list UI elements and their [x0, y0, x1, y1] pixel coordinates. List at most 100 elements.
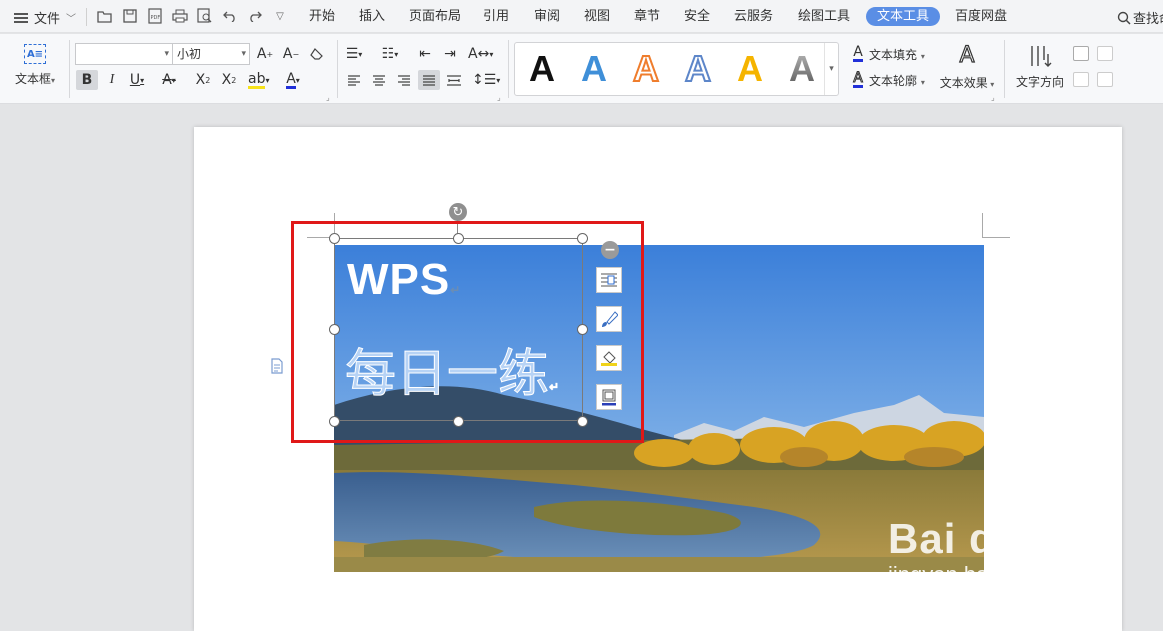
- tab-view[interactable]: 视图: [581, 7, 613, 26]
- fill-icon: [601, 351, 617, 366]
- textbox-icon: A≡: [24, 44, 46, 64]
- rotate-handle-icon[interactable]: ↻: [449, 203, 467, 221]
- font-size-select[interactable]: 小初 ▾: [172, 43, 250, 65]
- collapse-toolbar-icon[interactable]: −: [601, 241, 619, 259]
- highlight-icon[interactable]: ab ▾: [248, 70, 269, 90]
- text-effect-button[interactable]: A 文本效果 ▾: [935, 43, 999, 91]
- menu-bar: 文件 ﹀ PDF ▽ 开始 插入 页面布局 引用 审阅 视图 章节 安全 云服务…: [0, 0, 1163, 33]
- divider: [86, 8, 87, 26]
- text-style-preset-1[interactable]: A: [522, 49, 562, 89]
- layout-options-icon: [601, 273, 617, 287]
- italic-icon[interactable]: I: [103, 70, 121, 90]
- tab-cloud-services[interactable]: 云服务: [731, 7, 776, 26]
- tab-page-layout[interactable]: 页面布局: [406, 7, 464, 26]
- margin-corner-mark: [982, 213, 983, 238]
- margin-corner-mark: [983, 237, 1010, 238]
- line-spacing-icon[interactable]: ↕☰ ▾: [472, 70, 500, 90]
- text-fill-icon[interactable]: A: [849, 44, 867, 64]
- dialog-launcher-icon[interactable]: ⌟: [497, 93, 501, 102]
- decrease-indent-icon[interactable]: ⇤: [416, 44, 434, 64]
- align-center-icon[interactable]: [370, 70, 388, 90]
- tab-review[interactable]: 审阅: [531, 7, 563, 26]
- shape-fill-button[interactable]: [596, 345, 622, 371]
- divider: [508, 40, 509, 98]
- shape-outline-button[interactable]: [596, 384, 622, 410]
- undo-icon[interactable]: [220, 6, 240, 26]
- gallery-more-icon[interactable]: ▾: [824, 43, 838, 95]
- text-effect-label: 文本效果: [939, 76, 988, 90]
- tab-insert[interactable]: 插入: [356, 7, 388, 26]
- decrease-font-icon[interactable]: A −: [282, 44, 300, 64]
- tab-drawing-tools[interactable]: 绘图工具: [795, 7, 853, 26]
- divider: [1004, 40, 1005, 98]
- dialog-launcher-icon[interactable]: ⌟: [326, 93, 330, 102]
- justify-icon[interactable]: [418, 70, 440, 90]
- tab-references[interactable]: 引用: [480, 7, 512, 26]
- customize-chevron-icon[interactable]: ▽: [270, 6, 290, 26]
- find-command-label: 查找命: [1133, 12, 1163, 27]
- print-icon[interactable]: [170, 6, 190, 26]
- distribute-icon[interactable]: [445, 70, 463, 90]
- clear-format-icon[interactable]: [308, 44, 326, 64]
- redo-icon[interactable]: [245, 6, 265, 26]
- text-outline-label[interactable]: 文本轮廓 ▾: [869, 72, 925, 89]
- save-icon[interactable]: [120, 6, 140, 26]
- text-style-preset-3[interactable]: A: [626, 48, 666, 90]
- textbox-button[interactable]: A≡ 文本框▾: [10, 44, 60, 87]
- text-style-preset-4[interactable]: A: [678, 48, 718, 90]
- tab-start[interactable]: 开始: [306, 7, 338, 26]
- bullet-list-icon[interactable]: ☰ ▾: [345, 44, 363, 64]
- tab-baidu-netdisk[interactable]: 百度网盘: [952, 7, 1010, 26]
- text-style-preset-2[interactable]: A: [574, 49, 614, 89]
- text-direction-button[interactable]: 文字方向: [1012, 44, 1068, 90]
- text-direction-label: 文字方向: [1015, 75, 1064, 89]
- chevron-down-icon: ▾: [241, 49, 246, 59]
- font-name-select[interactable]: ▾: [75, 43, 173, 65]
- textbox-next-icon[interactable]: [1097, 72, 1113, 87]
- text-direction-icon: [1031, 46, 1052, 67]
- strikethrough-icon[interactable]: A ▾: [160, 70, 178, 90]
- align-left-icon[interactable]: [345, 70, 363, 90]
- tab-security[interactable]: 安全: [681, 7, 713, 26]
- increase-font-icon[interactable]: A +: [256, 44, 274, 64]
- textbox-unlink-icon[interactable]: [1097, 46, 1113, 61]
- shape-style-button[interactable]: [596, 306, 622, 332]
- chevron-down-icon: ﹀: [66, 14, 77, 25]
- tab-chapter[interactable]: 章节: [631, 7, 663, 26]
- text-style-gallery: AAAAAA ▾: [514, 42, 839, 96]
- open-folder-icon[interactable]: [95, 6, 115, 26]
- underline-icon[interactable]: U ▾: [128, 70, 146, 90]
- print-preview-icon[interactable]: [195, 6, 215, 26]
- bold-icon[interactable]: B: [76, 70, 98, 90]
- text-style-preset-6[interactable]: A: [782, 49, 822, 89]
- paragraph-anchor-icon[interactable]: [270, 358, 284, 374]
- file-menu[interactable]: 文件 ﹀: [14, 8, 76, 27]
- text-style-preset-5[interactable]: A: [730, 49, 770, 89]
- quick-access-toolbar: PDF ▽: [95, 6, 295, 26]
- character-spacing-icon[interactable]: A↔ ▾: [468, 44, 493, 64]
- dialog-launcher-icon[interactable]: ⌟: [991, 93, 995, 102]
- textbox-label: 文本框: [14, 72, 51, 86]
- border-icon: [602, 389, 616, 406]
- ribbon: A≡ 文本框▾ ▾ 小初 ▾ A + A − B I U ▾ A ▾ X2 X2 ab ▾…: [0, 34, 1163, 104]
- font-color-icon[interactable]: A ▾: [284, 70, 302, 90]
- baidu-logo: Bai du 经验: [888, 515, 1122, 562]
- search-icon: [1117, 11, 1131, 25]
- svg-text:PDF: PDF: [151, 15, 161, 21]
- numbered-list-icon[interactable]: ☷ ▾: [381, 44, 399, 64]
- textbox-prev-icon[interactable]: [1073, 72, 1089, 87]
- baidu-watermark: Bai du 经验 jingyan.baidu.com: [888, 505, 1121, 588]
- divider: [69, 40, 70, 98]
- text-fill-label[interactable]: 文本填充 ▾: [869, 46, 925, 63]
- subscript-icon[interactable]: X2: [220, 70, 238, 90]
- find-command[interactable]: 查找命: [1117, 8, 1163, 27]
- text-outline-icon[interactable]: A: [849, 70, 867, 90]
- export-pdf-icon[interactable]: PDF: [145, 6, 165, 26]
- align-right-icon[interactable]: [395, 70, 413, 90]
- superscript-icon[interactable]: X2: [194, 70, 212, 90]
- layout-options-button[interactable]: [596, 267, 622, 293]
- textbox-link-icon[interactable]: [1073, 46, 1089, 61]
- tab-text-tools[interactable]: 文本工具: [866, 7, 941, 26]
- increase-indent-icon[interactable]: ⇥: [441, 44, 459, 64]
- divider: [337, 40, 338, 98]
